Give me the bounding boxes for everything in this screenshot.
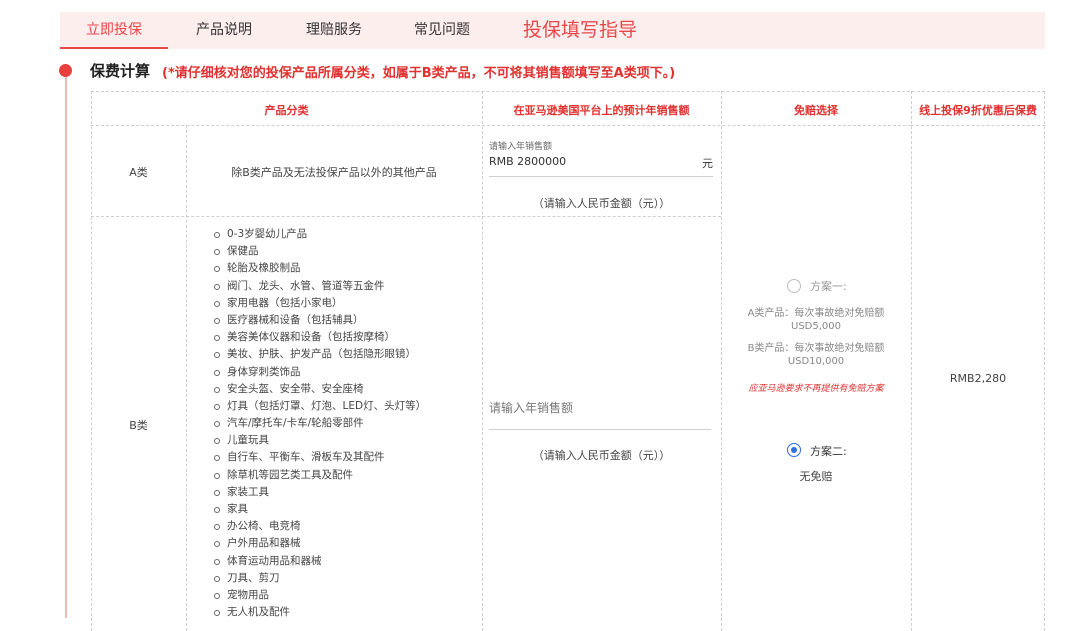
row-b-product-list: 0-3岁婴幼儿产品 保健品 轮胎及橡胶制品 阀门、龙头、水管、管道等五金件 家用电器（包… [213, 226, 426, 621]
col-divider-1 [186, 125, 187, 631]
b-product-item: 宠物用品 [213, 587, 426, 604]
row-a-label: A类 [129, 166, 148, 179]
col-divider-4 [911, 91, 912, 631]
table-border-top [91, 91, 1045, 92]
tab-fill-guide[interactable]: 投保填写指导 [515, 12, 645, 49]
b-product-item: 家具 [213, 501, 426, 518]
b-product-item: 户外用品和器械 [213, 535, 426, 552]
b-product-item: 自行车、平衡车、滑板车及其配件 [213, 449, 426, 466]
row-b-label: B类 [129, 419, 148, 432]
row-a-hint: （请输入人民币金额（元）） [532, 197, 671, 210]
tab-claims-service[interactable]: 理赔服务 [287, 12, 381, 49]
row-a-input-unit: 元 [702, 157, 713, 170]
header-deductible: 免赔选择 [794, 104, 838, 117]
row-a-input-value[interactable]: RMB 2800000 [489, 155, 566, 168]
b-product-item: 医疗器械和设备（包括辅具） [213, 312, 426, 329]
option-2-radio[interactable] [787, 443, 801, 457]
top-tab-bar: 立即投保 产品说明 理赔服务 常见问题 投保填写指导 [60, 12, 1045, 49]
col-divider-2 [482, 91, 483, 631]
b-product-item: 安全头盔、安全带、安全座椅 [213, 381, 426, 398]
option-1-b-line: B类产品：每次事故绝对免赔额 [747, 343, 885, 354]
b-product-item: 灯具（包括灯罩、灯泡、LED灯、头灯等） [213, 398, 426, 415]
b-product-item: 家用电器（包括小家电） [213, 295, 426, 312]
b-product-item: 家装工具 [213, 484, 426, 501]
b-product-item: 轮胎及橡胶制品 [213, 260, 426, 277]
row-a-description: 除B类产品及无法投保产品以外的其他产品 [231, 166, 437, 179]
row-b-input-placeholder[interactable]: 请输入年销售额 [489, 399, 573, 416]
timeline-dot [59, 64, 72, 77]
b-product-item: 体育运动用品和器械 [213, 553, 426, 570]
b-product-item: 0-3岁婴幼儿产品 [213, 226, 426, 243]
option-1-a-amount: USD5,000 [791, 321, 841, 332]
option-2-description: 无免赔 [799, 470, 833, 483]
b-product-item: 无人机及配件 [213, 604, 426, 621]
tab-faq[interactable]: 常见问题 [395, 12, 489, 49]
option-1-b-amount: USD10,000 [787, 356, 845, 367]
row-a-input-label: 请输入年销售额 [489, 142, 553, 152]
b-product-item: 身体穿刺类饰品 [213, 364, 426, 381]
row-a-sales-input[interactable]: 请输入年销售额 RMB 2800000 元 [489, 133, 713, 177]
section-warning-note: (*请仔细核对您的投保产品所属分类，如属于B类产品，不可将其销售额填写至A类项下… [162, 66, 676, 81]
row-b-sales-input[interactable]: 请输入年销售额 [489, 389, 711, 430]
b-product-item: 儿童玩具 [213, 432, 426, 449]
b-product-item: 阀门、龙头、水管、管道等五金件 [213, 278, 426, 295]
b-product-item: 除草机等园艺类工具及配件 [213, 467, 426, 484]
header-category: 产品分类 [264, 104, 309, 117]
premium-value: RMB2,280 [949, 372, 1007, 385]
table-border-right [1044, 91, 1045, 631]
section-title: 保费计算 [90, 62, 151, 80]
b-product-item: 汽车/摩托车/卡车/轮船零部件 [213, 415, 426, 432]
option-1-radio[interactable] [787, 279, 801, 293]
timeline-line [65, 74, 67, 618]
header-sales: 在亚马逊美国平台上的预计年销售额 [513, 104, 690, 117]
premium-calc-table: 产品分类 在亚马逊美国平台上的预计年销售额 免赔选择 线上投保9折优惠后保费 A… [91, 91, 1045, 631]
header-premium: 线上投保9折优惠后保费 [919, 104, 1037, 117]
header-divider [91, 125, 911, 126]
b-product-item: 美容美体仪器和设备（包括按摩椅） [213, 329, 426, 346]
b-product-item: 保健品 [213, 243, 426, 260]
option-2-label[interactable]: 方案二: [810, 443, 847, 459]
b-product-item: 刀具、剪刀 [213, 570, 426, 587]
b-product-item: 办公椅、电竞椅 [213, 518, 426, 535]
option-1-label[interactable]: 方案一: [810, 278, 847, 294]
option-1-warning: 应亚马逊要求不再提供有免赔方案 [748, 384, 884, 394]
b-product-item: 美妆、护肤、护发产品（包括隐形眼镜） [213, 346, 426, 363]
tab-product-info[interactable]: 产品说明 [177, 12, 271, 49]
row-b-hint: （请输入人民币金额（元）） [532, 449, 671, 462]
tab-buy-now[interactable]: 立即投保 [60, 12, 168, 49]
header-divider-premium [911, 125, 1045, 126]
option-1-a-line: A类产品：每次事故绝对免赔额 [747, 308, 885, 319]
